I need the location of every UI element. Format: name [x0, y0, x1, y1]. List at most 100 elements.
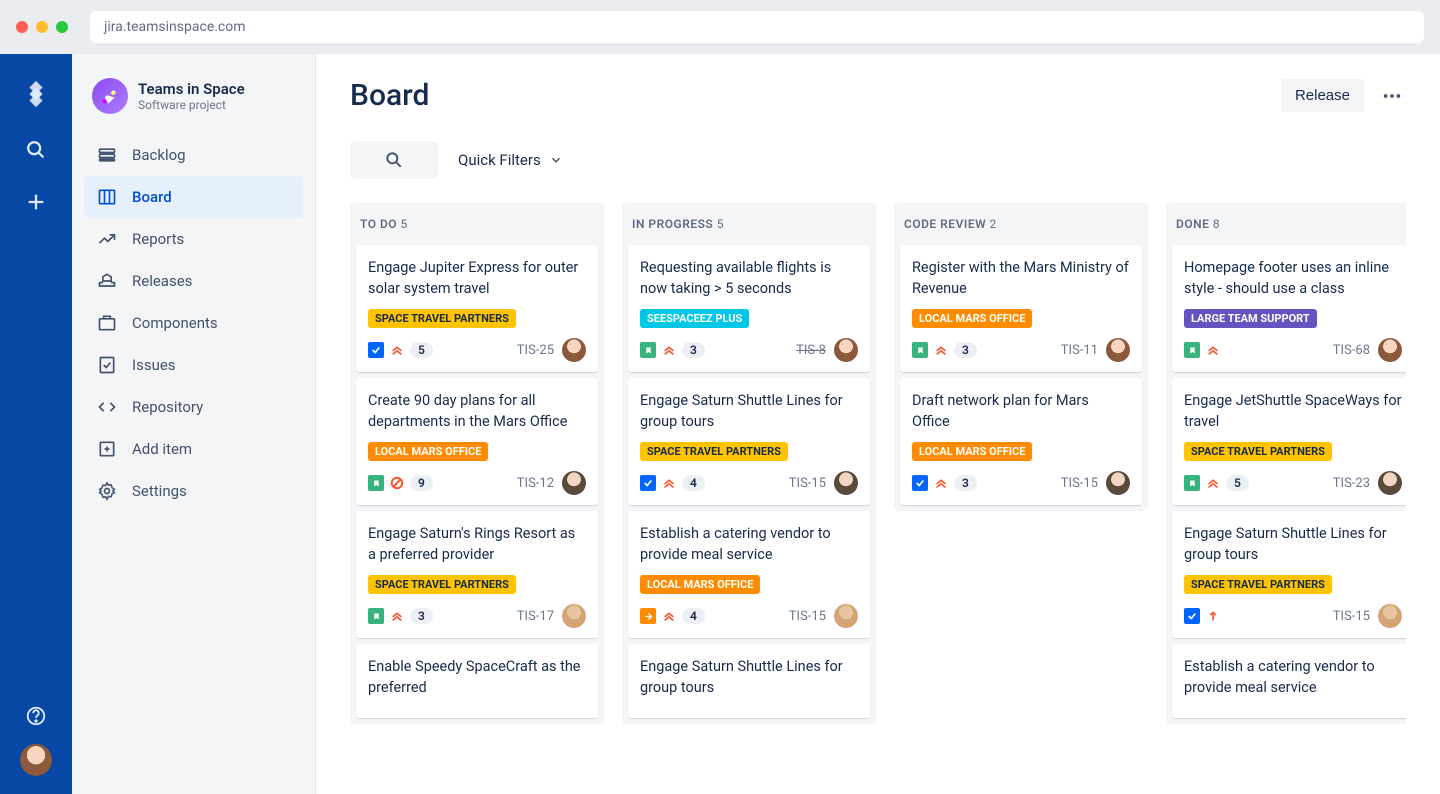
sidebar-item-repository[interactable]: Repository	[84, 386, 303, 428]
sidebar-item-label: Reports	[132, 230, 184, 248]
sidebar-item-board[interactable]: Board	[84, 176, 303, 218]
reports-icon	[96, 228, 118, 250]
sidebar-item-reports[interactable]: Reports	[84, 218, 303, 260]
story-points-badge: 4	[682, 475, 705, 491]
assignee-avatar[interactable]	[562, 604, 586, 628]
assignee-avatar[interactable]	[834, 338, 858, 362]
board-search-input[interactable]	[350, 141, 438, 179]
issue-key[interactable]: TIS-15	[789, 476, 826, 491]
issue-key[interactable]: TIS-68	[1333, 343, 1370, 358]
issue-key[interactable]: TIS-15	[1061, 476, 1098, 491]
global-nav-rail	[0, 54, 72, 794]
column-body[interactable]: Engage Jupiter Express for outer solar s…	[350, 245, 604, 724]
assignee-avatar[interactable]	[834, 471, 858, 495]
issue-card[interactable]: Draft network plan for Mars Office LOCAL…	[900, 378, 1142, 505]
url-bar[interactable]: jira.teamsinspace.com	[90, 11, 1424, 43]
issue-card[interactable]: Engage Saturn Shuttle Lines for group to…	[1172, 511, 1406, 638]
epic-label[interactable]: LOCAL MARS OFFICE	[912, 309, 1032, 328]
sidebar-item-backlog[interactable]: Backlog	[84, 134, 303, 176]
column-body[interactable]: Register with the Mars Ministry of Reven…	[894, 245, 1148, 511]
card-title: Enable Speedy SpaceCraft as the preferre…	[368, 656, 586, 698]
issue-key[interactable]: TIS-15	[789, 609, 826, 624]
story-type-icon	[1184, 475, 1200, 491]
epic-label[interactable]: LOCAL MARS OFFICE	[640, 575, 760, 594]
epic-label[interactable]: LOCAL MARS OFFICE	[912, 442, 1032, 461]
issue-key[interactable]: TIS-17	[517, 609, 554, 624]
epic-label[interactable]: SPACE TRAVEL PARTNERS	[1184, 442, 1332, 461]
sidebar-item-components[interactable]: Components	[84, 302, 303, 344]
epic-label[interactable]: SPACE TRAVEL PARTNERS	[640, 442, 788, 461]
more-actions-icon[interactable]	[1378, 82, 1406, 110]
close-window-button[interactable]	[16, 21, 28, 33]
priority-blocker-icon	[390, 476, 404, 490]
issue-key[interactable]: TIS-8	[796, 343, 826, 358]
jira-logo-icon[interactable]	[18, 76, 54, 112]
assignee-avatar[interactable]	[1378, 604, 1402, 628]
column-body[interactable]: Homepage footer uses an inline style - s…	[1166, 245, 1406, 724]
card-title: Register with the Mars Ministry of Reven…	[912, 257, 1130, 299]
gear-icon	[96, 480, 118, 502]
epic-label[interactable]: LOCAL MARS OFFICE	[368, 442, 488, 461]
issue-key[interactable]: TIS-23	[1333, 476, 1370, 491]
epic-label[interactable]: SEESPACEEZ PLUS	[640, 309, 749, 328]
release-button[interactable]: Release	[1281, 79, 1364, 112]
card-title: Establish a catering vendor to provide m…	[640, 523, 858, 565]
help-icon[interactable]	[22, 702, 50, 730]
quick-filters-label: Quick Filters	[458, 151, 541, 169]
sidebar-item-settings[interactable]: Settings	[84, 470, 303, 512]
sidebar-item-releases[interactable]: Releases	[84, 260, 303, 302]
column-header: DONE 8	[1166, 203, 1406, 245]
story-points-badge: 3	[954, 342, 977, 358]
issue-card[interactable]: Engage Jupiter Express for outer solar s…	[356, 245, 598, 372]
issue-card[interactable]: Homepage footer uses an inline style - s…	[1172, 245, 1406, 372]
issue-key[interactable]: TIS-11	[1061, 343, 1098, 358]
sidebar-item-label: Repository	[132, 398, 203, 416]
issue-card[interactable]: Establish a catering vendor to provide m…	[628, 511, 870, 638]
issue-card[interactable]: Requesting available flights is now taki…	[628, 245, 870, 372]
profile-avatar[interactable]	[20, 744, 52, 776]
search-icon	[384, 150, 404, 170]
assignee-avatar[interactable]	[1378, 338, 1402, 362]
maximize-window-button[interactable]	[56, 21, 68, 33]
issue-key[interactable]: TIS-25	[517, 343, 554, 358]
story-type-icon	[912, 342, 928, 358]
column-count: 5	[401, 217, 408, 231]
backlog-icon	[96, 144, 118, 166]
minimize-window-button[interactable]	[36, 21, 48, 33]
sidebar-item-issues[interactable]: Issues	[84, 344, 303, 386]
column-count: 5	[717, 217, 724, 231]
quick-filters-dropdown[interactable]: Quick Filters	[458, 151, 563, 169]
assignee-avatar[interactable]	[1106, 338, 1130, 362]
assignee-avatar[interactable]	[562, 338, 586, 362]
epic-label[interactable]: LARGE TEAM SUPPORT	[1184, 309, 1317, 328]
story-points-badge: 3	[682, 342, 705, 358]
issue-card[interactable]: Engage JetShuttle SpaceWays for travel S…	[1172, 378, 1406, 505]
create-icon[interactable]	[22, 188, 50, 216]
issue-card[interactable]: Register with the Mars Ministry of Reven…	[900, 245, 1142, 372]
assignee-avatar[interactable]	[1106, 471, 1130, 495]
project-header[interactable]: Teams in Space Software project	[84, 78, 303, 134]
priority-highest-icon	[934, 343, 948, 357]
search-icon[interactable]	[22, 136, 50, 164]
issue-card[interactable]: Engage Saturn Shuttle Lines for group to…	[628, 644, 870, 718]
issue-card[interactable]: Establish a catering vendor to provide m…	[1172, 644, 1406, 718]
epic-label[interactable]: SPACE TRAVEL PARTNERS	[368, 575, 516, 594]
epic-label[interactable]: SPACE TRAVEL PARTNERS	[1184, 575, 1332, 594]
assignee-avatar[interactable]	[834, 604, 858, 628]
issue-card[interactable]: Create 90 day plans for all departments …	[356, 378, 598, 505]
story-type-icon	[1184, 342, 1200, 358]
story-points-badge: 3	[954, 475, 977, 491]
issue-key[interactable]: TIS-12	[517, 476, 554, 491]
sidebar-item-add[interactable]: Add item	[84, 428, 303, 470]
epic-label[interactable]: SPACE TRAVEL PARTNERS	[368, 309, 516, 328]
story-points-badge: 4	[682, 608, 705, 624]
column-body[interactable]: Requesting available flights is now taki…	[622, 245, 876, 724]
issue-card[interactable]: Enable Speedy SpaceCraft as the preferre…	[356, 644, 598, 718]
issue-card[interactable]: Engage Saturn's Rings Resort as a prefer…	[356, 511, 598, 638]
assignee-avatar[interactable]	[562, 471, 586, 495]
assignee-avatar[interactable]	[1378, 471, 1402, 495]
issue-key[interactable]: TIS-15	[1333, 609, 1370, 624]
card-title: Draft network plan for Mars Office	[912, 390, 1130, 432]
change-type-icon	[640, 608, 656, 624]
issue-card[interactable]: Engage Saturn Shuttle Lines for group to…	[628, 378, 870, 505]
